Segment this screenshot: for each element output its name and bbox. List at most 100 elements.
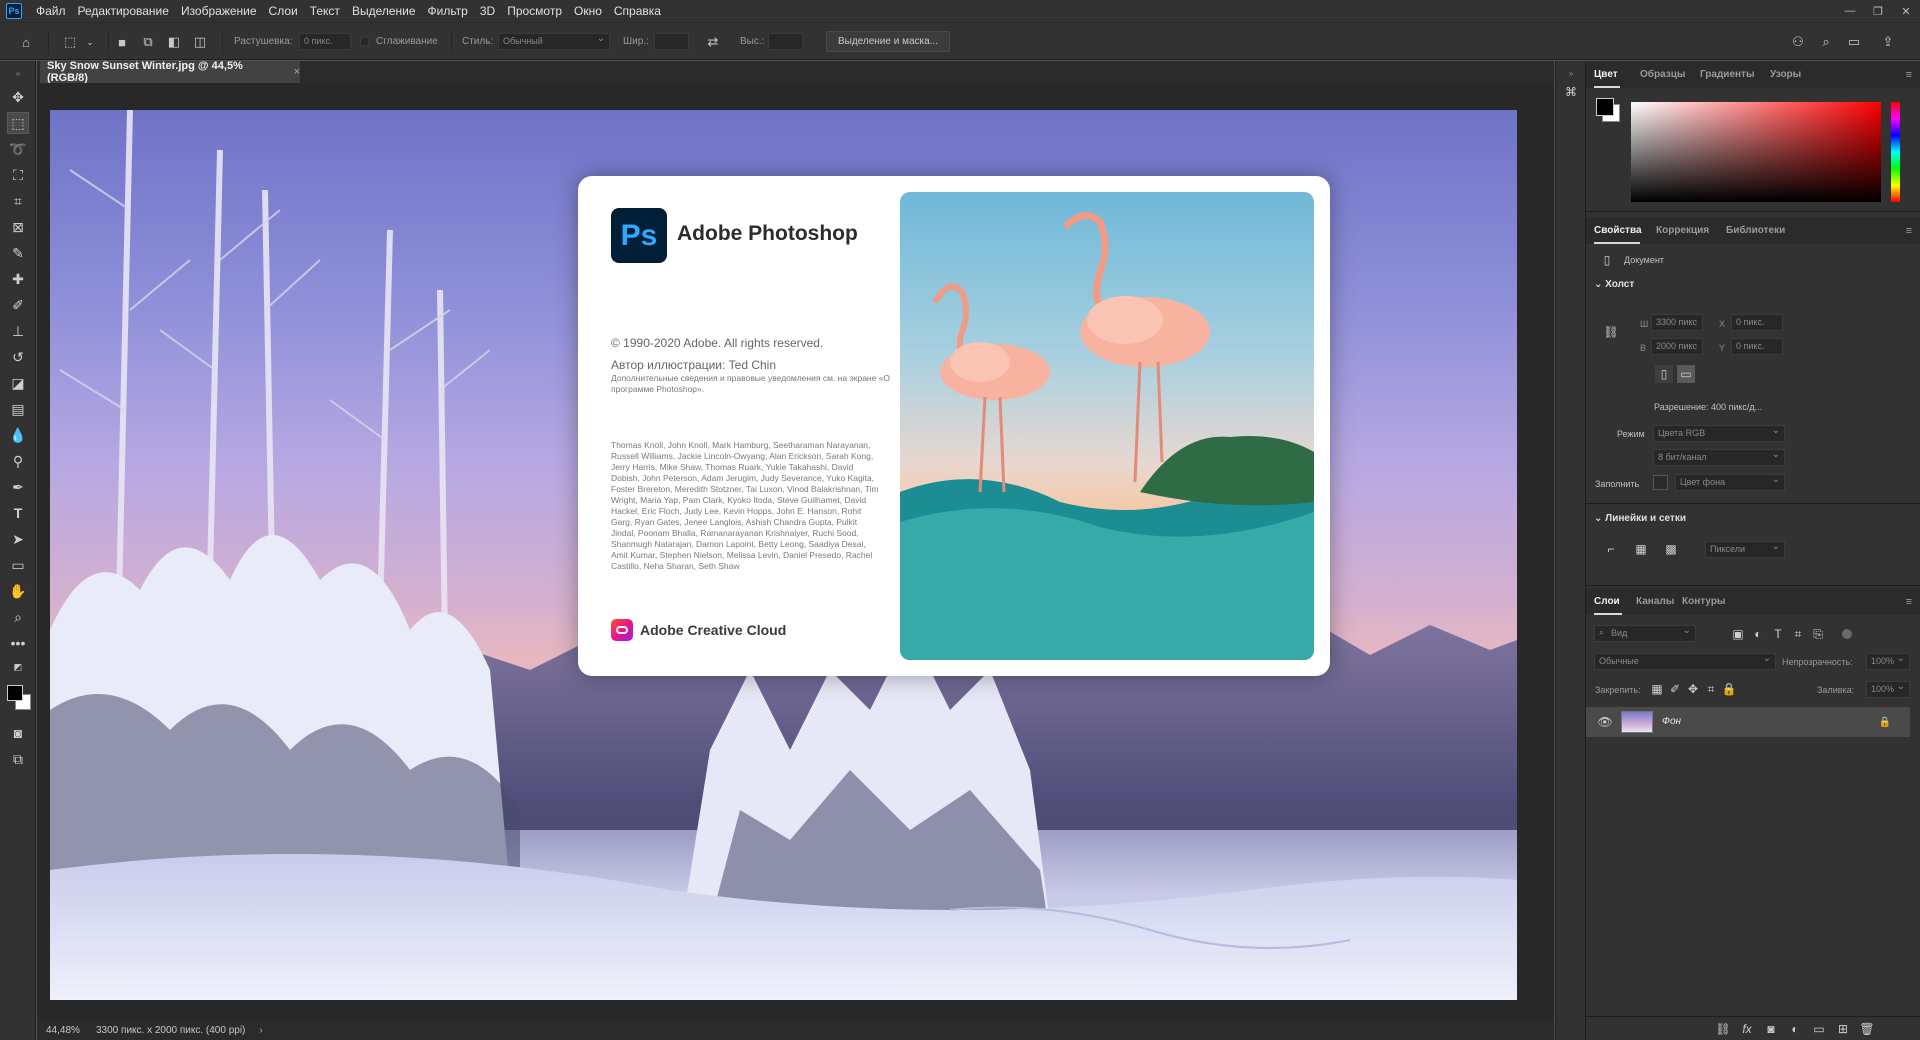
filter-toggle[interactable] [1842, 629, 1852, 639]
swap-arrows-icon[interactable]: ⇄ [703, 32, 723, 52]
layer-kind-filter[interactable]: ⌕ Вид [1594, 625, 1696, 642]
status-menu-arrow-icon[interactable]: › [259, 1025, 262, 1036]
tab-swatches[interactable]: Образцы [1640, 61, 1685, 88]
menu-type[interactable]: Текст [304, 0, 346, 22]
menu-select[interactable]: Выделение [346, 0, 422, 22]
panel-menu-icon[interactable]: ≡ [1906, 69, 1912, 81]
canvas-width-input[interactable]: 3300 пикс [1651, 314, 1703, 331]
fill-select[interactable]: Цвет фона [1675, 474, 1785, 491]
healing-brush-tool-icon[interactable]: ✚ [8, 269, 28, 289]
layer-name[interactable]: Фон [1662, 716, 1681, 727]
visibility-eye-icon[interactable]: 👁 [1596, 713, 1614, 731]
collapse-toolbar-icon[interactable]: « [8, 63, 28, 83]
color-mode-select[interactable]: Цвета RGB [1653, 425, 1785, 442]
menu-image[interactable]: Изображение [175, 0, 263, 22]
canvas-x-input[interactable]: 0 пикс. [1731, 314, 1783, 331]
minimize-icon[interactable]: — [1836, 0, 1864, 22]
menu-edit[interactable]: Редактирование [72, 0, 175, 22]
pixel-grid-icon[interactable]: ▩ [1662, 540, 1680, 558]
layer-thumbnail[interactable] [1621, 711, 1653, 733]
pen-tool-icon[interactable]: ✒ [8, 477, 28, 497]
tab-channels[interactable]: Каналы [1636, 588, 1674, 615]
chevron-down-icon[interactable]: ⌄ [80, 32, 100, 52]
close-icon[interactable]: ✕ [1892, 0, 1920, 22]
close-tab-icon[interactable]: × [294, 66, 300, 78]
foreground-color-swatch[interactable] [7, 685, 23, 701]
width-input[interactable] [654, 33, 689, 50]
new-selection-icon[interactable]: ■ [112, 32, 132, 52]
filter-pixel-icon[interactable]: ▣ [1729, 625, 1747, 643]
filter-type-icon[interactable]: T [1769, 625, 1787, 643]
canvas-section-header[interactable]: ⌄ Холст [1594, 279, 1634, 290]
bit-depth-select[interactable]: 8 бит/канал [1653, 449, 1785, 466]
lock-transparency-icon[interactable]: ▦ [1648, 680, 1666, 698]
menu-layers[interactable]: Слои [263, 0, 304, 22]
delete-layer-icon[interactable]: 🗑 [1858, 1020, 1876, 1038]
antialias-checkbox[interactable] [360, 37, 369, 46]
new-layer-icon[interactable]: ⊞ [1834, 1020, 1852, 1038]
menu-file[interactable]: Файл [30, 0, 72, 22]
eraser-tool-icon[interactable]: ◪ [8, 373, 28, 393]
more-tools-icon[interactable]: ••• [8, 633, 28, 653]
object-selection-tool-icon[interactable]: ⛶ [8, 165, 28, 185]
gradient-tool-icon[interactable]: ▤ [8, 399, 28, 419]
menu-window[interactable]: Окно [568, 0, 608, 22]
landscape-orientation-icon[interactable]: ▭ [1677, 365, 1695, 383]
color-picker-field[interactable] [1631, 102, 1881, 202]
canvas-area[interactable]: Ps Adobe Photoshop © 1990-2020 Adobe. Al… [37, 83, 1554, 1020]
hue-slider[interactable] [1891, 102, 1900, 202]
canvas-height-input[interactable]: 2000 пикс [1651, 338, 1703, 355]
brush-tool-icon[interactable]: ✐ [8, 295, 28, 315]
ruler-icon[interactable]: ⌐ [1602, 540, 1620, 558]
quick-mask-icon[interactable]: ◙ [8, 723, 28, 743]
tab-adjustments[interactable]: Коррекция [1656, 217, 1709, 244]
tab-patterns[interactable]: Узоры [1770, 61, 1801, 88]
grid-icon[interactable]: ▦ [1632, 540, 1650, 558]
rectangle-tool-icon[interactable]: ▭ [8, 555, 28, 575]
intersect-selection-icon[interactable]: ◫ [190, 32, 210, 52]
filter-smart-object-icon[interactable]: ⎘ [1809, 625, 1827, 643]
home-icon[interactable]: ⌂ [16, 32, 36, 52]
layer-style-icon[interactable]: fx [1738, 1020, 1756, 1038]
portrait-orientation-icon[interactable]: ▯ [1655, 365, 1673, 383]
photoshop-app-icon[interactable]: Ps [6, 3, 22, 19]
foreground-color-swatch-panel[interactable] [1596, 98, 1614, 116]
document-tab[interactable]: Sky Snow Sunset Winter.jpg @ 44,5% (RGB/… [40, 60, 300, 84]
adjustment-layer-icon[interactable]: ◐ [1786, 1020, 1804, 1038]
default-colors-icon[interactable]: ◩ [8, 657, 28, 677]
fill-color-swatch[interactable] [1653, 475, 1668, 490]
crop-tool-icon[interactable]: ⌗ [8, 191, 28, 211]
opacity-input[interactable]: 100% [1866, 653, 1910, 670]
type-tool-icon[interactable]: T [8, 503, 28, 523]
panel-menu-icon[interactable]: ≡ [1906, 596, 1912, 608]
search-icon[interactable]: ⌕ [1816, 32, 1836, 52]
tab-layers[interactable]: Слои [1594, 588, 1620, 615]
expand-panels-icon[interactable]: » [1562, 64, 1580, 82]
tab-properties[interactable]: Свойства [1594, 217, 1642, 244]
fill-opacity-input[interactable]: 100% [1866, 681, 1910, 698]
path-selection-tool-icon[interactable]: ➤ [8, 529, 28, 549]
menu-help[interactable]: Справка [608, 0, 667, 22]
lock-artboard-icon[interactable]: ⌗ [1702, 680, 1720, 698]
dodge-tool-icon[interactable]: ⚲ [8, 451, 28, 471]
select-and-mask-button[interactable]: Выделение и маска... [826, 31, 950, 52]
clone-stamp-tool-icon[interactable]: ⊥ [8, 321, 28, 341]
lock-position-icon[interactable]: ✥ [1684, 680, 1702, 698]
add-mask-icon[interactable]: ◙ [1762, 1020, 1780, 1038]
link-dimensions-icon[interactable]: ⛓ [1602, 323, 1620, 341]
panel-menu-icon[interactable]: ≡ [1906, 225, 1912, 237]
blend-mode-select[interactable]: Обычные [1594, 653, 1776, 670]
menu-view[interactable]: Просмотр [501, 0, 568, 22]
layer-lock-icon[interactable]: 🔒 [1876, 713, 1894, 731]
rulers-section-header[interactable]: ⌄ Линейки и сетки [1594, 513, 1686, 524]
new-group-icon[interactable]: ▭ [1810, 1020, 1828, 1038]
zoom-level[interactable]: 44,48% [46, 1025, 86, 1036]
style-select[interactable]: Обычный [498, 33, 610, 50]
marquee-preset-icon[interactable]: ⬚ [60, 32, 80, 52]
menu-3d[interactable]: 3D [474, 0, 501, 22]
zoom-tool-icon[interactable]: ⌕ [8, 607, 28, 627]
workspace-icon[interactable]: ▭ [1844, 32, 1864, 52]
restore-icon[interactable]: ❐ [1864, 0, 1892, 22]
filter-shape-icon[interactable]: ⌗ [1789, 625, 1807, 643]
tab-color[interactable]: Цвет [1594, 61, 1618, 88]
